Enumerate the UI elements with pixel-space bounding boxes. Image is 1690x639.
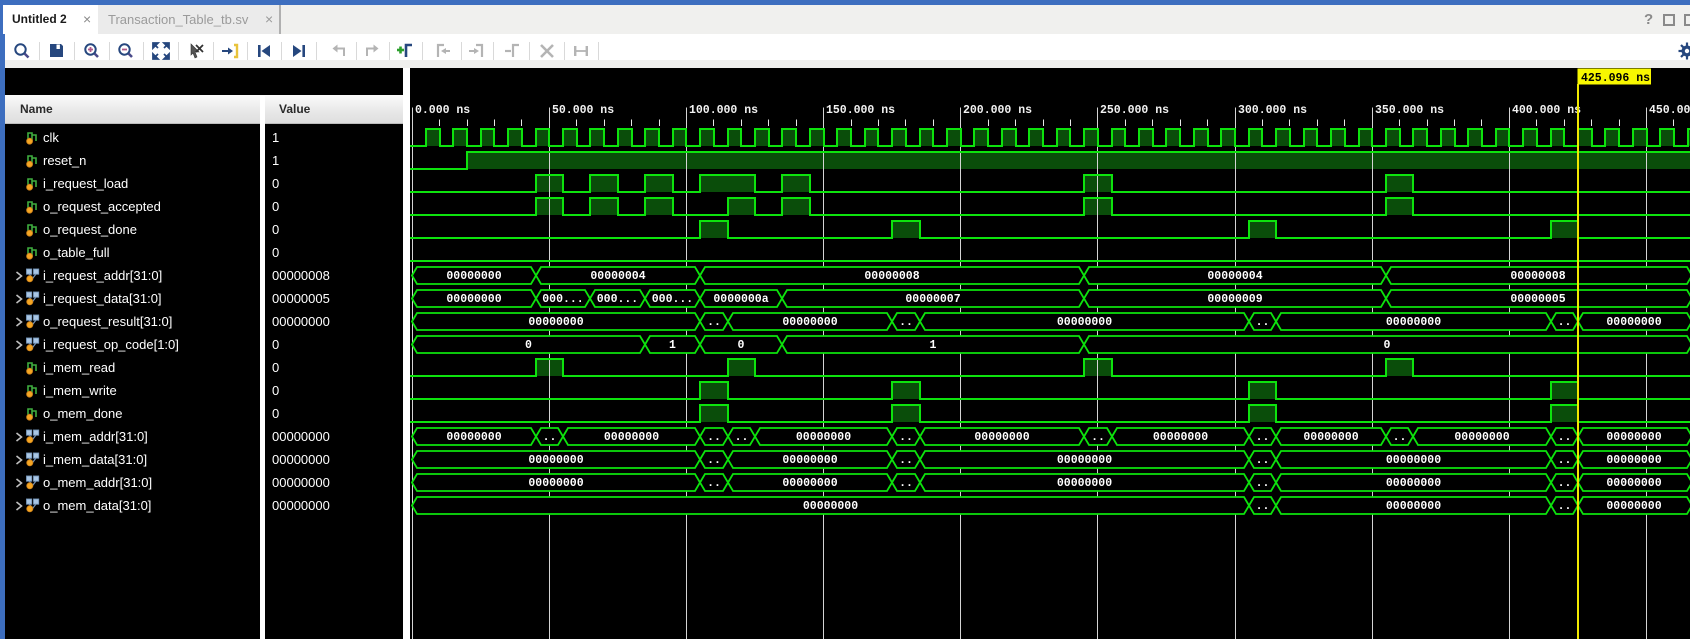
svg-text:00000000: 00000000	[803, 500, 858, 513]
svg-text:00000000: 00000000	[1057, 477, 1112, 490]
svg-text:00000000: 00000000	[1303, 431, 1358, 444]
svg-text:1: 1	[669, 339, 676, 352]
svg-text:..: ..	[1256, 316, 1270, 329]
svg-text:50.000 ns: 50.000 ns	[552, 104, 614, 117]
svg-text:0.000 ns: 0.000 ns	[415, 104, 470, 117]
svg-text:..: ..	[1091, 431, 1105, 444]
svg-text:..: ..	[1558, 500, 1572, 513]
svg-text:00000000: 00000000	[446, 293, 501, 306]
svg-text:00000000: 00000000	[528, 454, 583, 467]
svg-text:00000000: 00000000	[528, 316, 583, 329]
svg-text:..: ..	[899, 316, 913, 329]
svg-text:..: ..	[707, 454, 721, 467]
svg-text:00000000: 00000000	[1606, 431, 1661, 444]
svg-text:00000009: 00000009	[1207, 293, 1262, 306]
svg-text:00000000: 00000000	[1606, 500, 1661, 513]
svg-text:..: ..	[707, 316, 721, 329]
svg-text:00000000: 00000000	[446, 270, 501, 283]
svg-text:00000005: 00000005	[1510, 293, 1565, 306]
svg-text:..: ..	[1558, 454, 1572, 467]
svg-text:..: ..	[899, 431, 913, 444]
svg-text:..: ..	[899, 454, 913, 467]
svg-text:00000008: 00000008	[1510, 270, 1565, 283]
svg-text:250.000 ns: 250.000 ns	[1100, 104, 1169, 117]
svg-text:000...: 000...	[652, 293, 693, 306]
svg-text:..: ..	[735, 431, 749, 444]
svg-text:00000000: 00000000	[1386, 316, 1441, 329]
svg-text:..: ..	[1256, 500, 1270, 513]
svg-text:..: ..	[1558, 316, 1572, 329]
svg-text:..: ..	[1256, 477, 1270, 490]
svg-text:00000000: 00000000	[1454, 431, 1509, 444]
svg-text:00000000: 00000000	[974, 431, 1029, 444]
svg-text:..: ..	[1558, 431, 1572, 444]
svg-text:..: ..	[1256, 454, 1270, 467]
svg-text:425.096 ns: 425.096 ns	[1581, 72, 1650, 85]
svg-text:..: ..	[707, 477, 721, 490]
svg-text:00000008: 00000008	[864, 270, 919, 283]
svg-text:00000000: 00000000	[782, 477, 837, 490]
svg-text:0: 0	[738, 339, 745, 352]
svg-text:00000000: 00000000	[528, 477, 583, 490]
svg-text:00000000: 00000000	[1153, 431, 1208, 444]
svg-text:0: 0	[1384, 339, 1391, 352]
svg-text:00000000: 00000000	[1057, 316, 1112, 329]
svg-text:00000000: 00000000	[796, 431, 851, 444]
svg-text:150.000 ns: 150.000 ns	[826, 104, 895, 117]
svg-text:300.000 ns: 300.000 ns	[1238, 104, 1307, 117]
svg-text:..: ..	[1256, 431, 1270, 444]
svg-text:..: ..	[1558, 477, 1572, 490]
svg-text:400.000 ns: 400.000 ns	[1512, 104, 1581, 117]
svg-text:00000000: 00000000	[604, 431, 659, 444]
svg-text:0000000a: 0000000a	[713, 293, 768, 306]
svg-text:00000000: 00000000	[782, 316, 837, 329]
svg-text:450.000 ns: 450.000 ns	[1649, 104, 1690, 117]
svg-text:00000000: 00000000	[1606, 477, 1661, 490]
svg-text:200.000 ns: 200.000 ns	[963, 104, 1032, 117]
svg-text:..: ..	[1393, 431, 1407, 444]
svg-text:00000000: 00000000	[1386, 477, 1441, 490]
svg-text:00000000: 00000000	[1606, 316, 1661, 329]
svg-text:000...: 000...	[597, 293, 638, 306]
svg-text:350.000 ns: 350.000 ns	[1375, 104, 1444, 117]
svg-text:..: ..	[543, 431, 557, 444]
svg-text:..: ..	[899, 477, 913, 490]
svg-text:..: ..	[707, 431, 721, 444]
svg-text:000...: 000...	[542, 293, 583, 306]
svg-text:00000000: 00000000	[1606, 454, 1661, 467]
svg-text:00000007: 00000007	[905, 293, 960, 306]
svg-text:100.000 ns: 100.000 ns	[689, 104, 758, 117]
svg-text:00000000: 00000000	[1386, 454, 1441, 467]
svg-text:0: 0	[525, 339, 532, 352]
svg-text:00000004: 00000004	[1207, 270, 1262, 283]
svg-text:00000000: 00000000	[782, 454, 837, 467]
svg-text:00000000: 00000000	[1057, 454, 1112, 467]
svg-text:00000000: 00000000	[1386, 500, 1441, 513]
svg-text:00000004: 00000004	[590, 270, 645, 283]
svg-text:1: 1	[930, 339, 937, 352]
svg-text:00000000: 00000000	[446, 431, 501, 444]
